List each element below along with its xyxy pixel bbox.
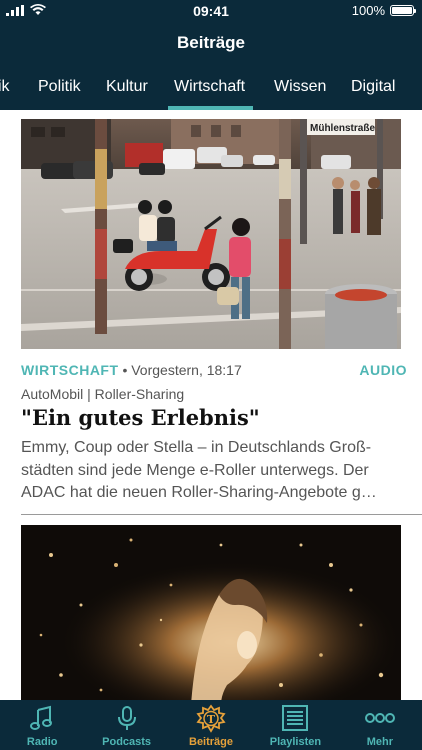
svg-text:T: T	[207, 713, 216, 726]
microphone-icon	[117, 706, 136, 730]
street-sign: Mühlenstraße	[310, 123, 375, 134]
battery-percent: 100%	[351, 3, 385, 18]
article-image[interactable]: Mühlenstraße	[21, 119, 401, 349]
article-headline[interactable]: "Ein gutes Erlebnis"	[21, 403, 401, 433]
page-title: Beiträge	[176, 33, 246, 52]
article-meta: WIRTSCHAFT • Vorgestern, 18:17 AUDIO	[21, 362, 407, 378]
article-list[interactable]: Mühlenstraße WIRTSCHAFT • Vorgestern, 18…	[0, 110, 422, 700]
more-dots-icon	[364, 713, 395, 723]
tabbar-playlisten-label: Playlisten	[269, 736, 322, 748]
audio-badge[interactable]: AUDIO	[359, 362, 407, 378]
tab-digital[interactable]: Digital	[351, 64, 395, 110]
article-image-2[interactable]	[21, 525, 401, 700]
playlist-icon	[282, 705, 309, 731]
tab-wirtschaft[interactable]: Wirtschaft	[167, 64, 254, 110]
tabbar-playlisten[interactable]: Playlisten	[253, 700, 337, 750]
nav-header: Beiträge	[0, 22, 422, 64]
article-teaser[interactable]: Emmy, Coup oder Stella – in Deutschlands…	[21, 437, 411, 505]
article-kicker: AutoMobil | Roller-Sharing	[21, 386, 185, 402]
tabbar-beitraege[interactable]: T Beiträge	[169, 700, 253, 750]
tabbar-mehr-label: Mehr	[366, 736, 393, 748]
tab-partial[interactable]: ik	[0, 64, 10, 110]
tab-kultur[interactable]: Kultur	[106, 64, 148, 110]
category-tabs: ik Politik Kultur Wirtschaft Wissen Digi…	[0, 64, 422, 110]
tab-politik[interactable]: Politik	[38, 64, 81, 110]
article-divider	[21, 514, 422, 515]
status-bar: 09:41 100%	[0, 0, 422, 22]
meta-separator: •	[122, 362, 128, 378]
music-note-icon	[30, 705, 53, 730]
article-date: Vorgestern, 18:17	[131, 362, 242, 378]
battery-icon	[390, 5, 416, 16]
tabbar-beitraege-label: Beiträge	[189, 736, 234, 748]
tabbar-radio-label: Radio	[26, 736, 58, 748]
tabbar-radio[interactable]: Radio	[0, 700, 84, 750]
bottom-tab-bar: Radio Podcasts T Beiträge Playlisten Meh…	[0, 700, 422, 750]
tabbar-podcasts-label: Podcasts	[102, 736, 152, 748]
tabbar-podcasts[interactable]: Podcasts	[84, 700, 168, 750]
category-label[interactable]: WIRTSCHAFT	[21, 362, 119, 378]
tab-wissen[interactable]: Wissen	[274, 64, 326, 110]
tabbar-mehr[interactable]: Mehr	[338, 700, 422, 750]
beitraege-badge-icon: T	[196, 704, 226, 733]
battery-status: 100%	[351, 3, 416, 18]
